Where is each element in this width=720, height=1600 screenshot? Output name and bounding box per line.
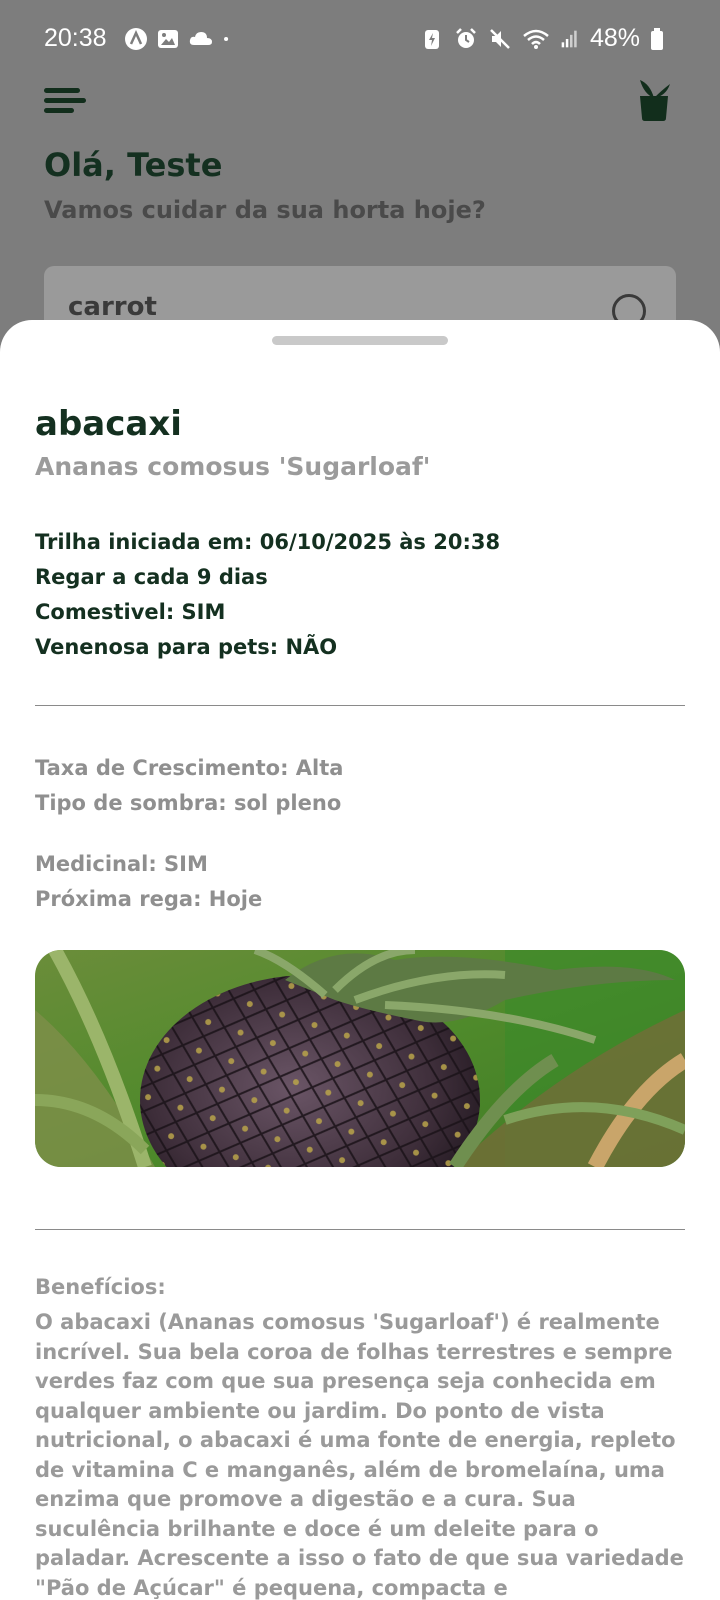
pineapple-image xyxy=(35,950,685,1167)
trail-started-info: Trilha iniciada em: 06/10/2025 às 20:38 xyxy=(35,530,501,554)
a-circle-icon xyxy=(125,28,147,50)
battery-icon xyxy=(651,27,663,50)
plant-logo-icon[interactable] xyxy=(636,78,672,122)
plant-detail-sheet: abacaxi Ananas comosus 'Sugarloaf' Trilh… xyxy=(0,320,720,1600)
wifi-icon xyxy=(523,29,549,49)
shade-type-info: Tipo de sombra: sol pleno xyxy=(35,791,342,815)
sheet-drag-handle[interactable] xyxy=(272,336,448,345)
greeting-title: Olá, Teste xyxy=(44,146,223,184)
plant-info-list: Trilha iniciada em: 06/10/2025 às 20:38 … xyxy=(35,525,500,665)
signal-icon xyxy=(561,30,577,47)
cloud-icon xyxy=(189,32,212,45)
image-icon xyxy=(158,30,178,48)
pet-toxicity-info: Venenosa para pets: NÃO xyxy=(35,635,338,659)
growth-rate-info: Taxa de Crescimento: Alta xyxy=(35,756,344,780)
notification-icons xyxy=(124,27,236,51)
battery-percent: 48% xyxy=(589,24,640,52)
edible-info: Comestivel: SIM xyxy=(35,600,226,624)
divider xyxy=(35,705,685,706)
next-watering-info: Próxima rega: Hoje xyxy=(35,887,263,911)
alarm-icon xyxy=(456,27,476,48)
status-bar: 20:38 48% xyxy=(0,0,720,80)
battery-saver-icon xyxy=(424,29,439,49)
plant-scientific-name: Ananas comosus 'Sugarloaf' xyxy=(35,452,431,481)
status-time: 20:38 xyxy=(44,24,107,52)
dot-icon xyxy=(224,36,229,42)
search-value: carrot xyxy=(68,292,157,322)
greeting-subtitle: Vamos cuidar da sua horta hoje? xyxy=(44,196,486,224)
benefits-text: O abacaxi (Ananas comosus 'Sugarloaf') é… xyxy=(35,1310,684,1600)
menu-icon[interactable] xyxy=(44,86,88,116)
plant-name: abacaxi xyxy=(35,404,182,444)
watering-frequency-info: Regar a cada 9 dias xyxy=(35,565,268,589)
mute-icon xyxy=(490,28,510,49)
medicinal-info: Medicinal: SIM xyxy=(35,852,208,876)
divider xyxy=(35,1229,685,1230)
plant-photo xyxy=(35,950,685,1167)
benefits-title: Benefícios: xyxy=(35,1275,166,1299)
